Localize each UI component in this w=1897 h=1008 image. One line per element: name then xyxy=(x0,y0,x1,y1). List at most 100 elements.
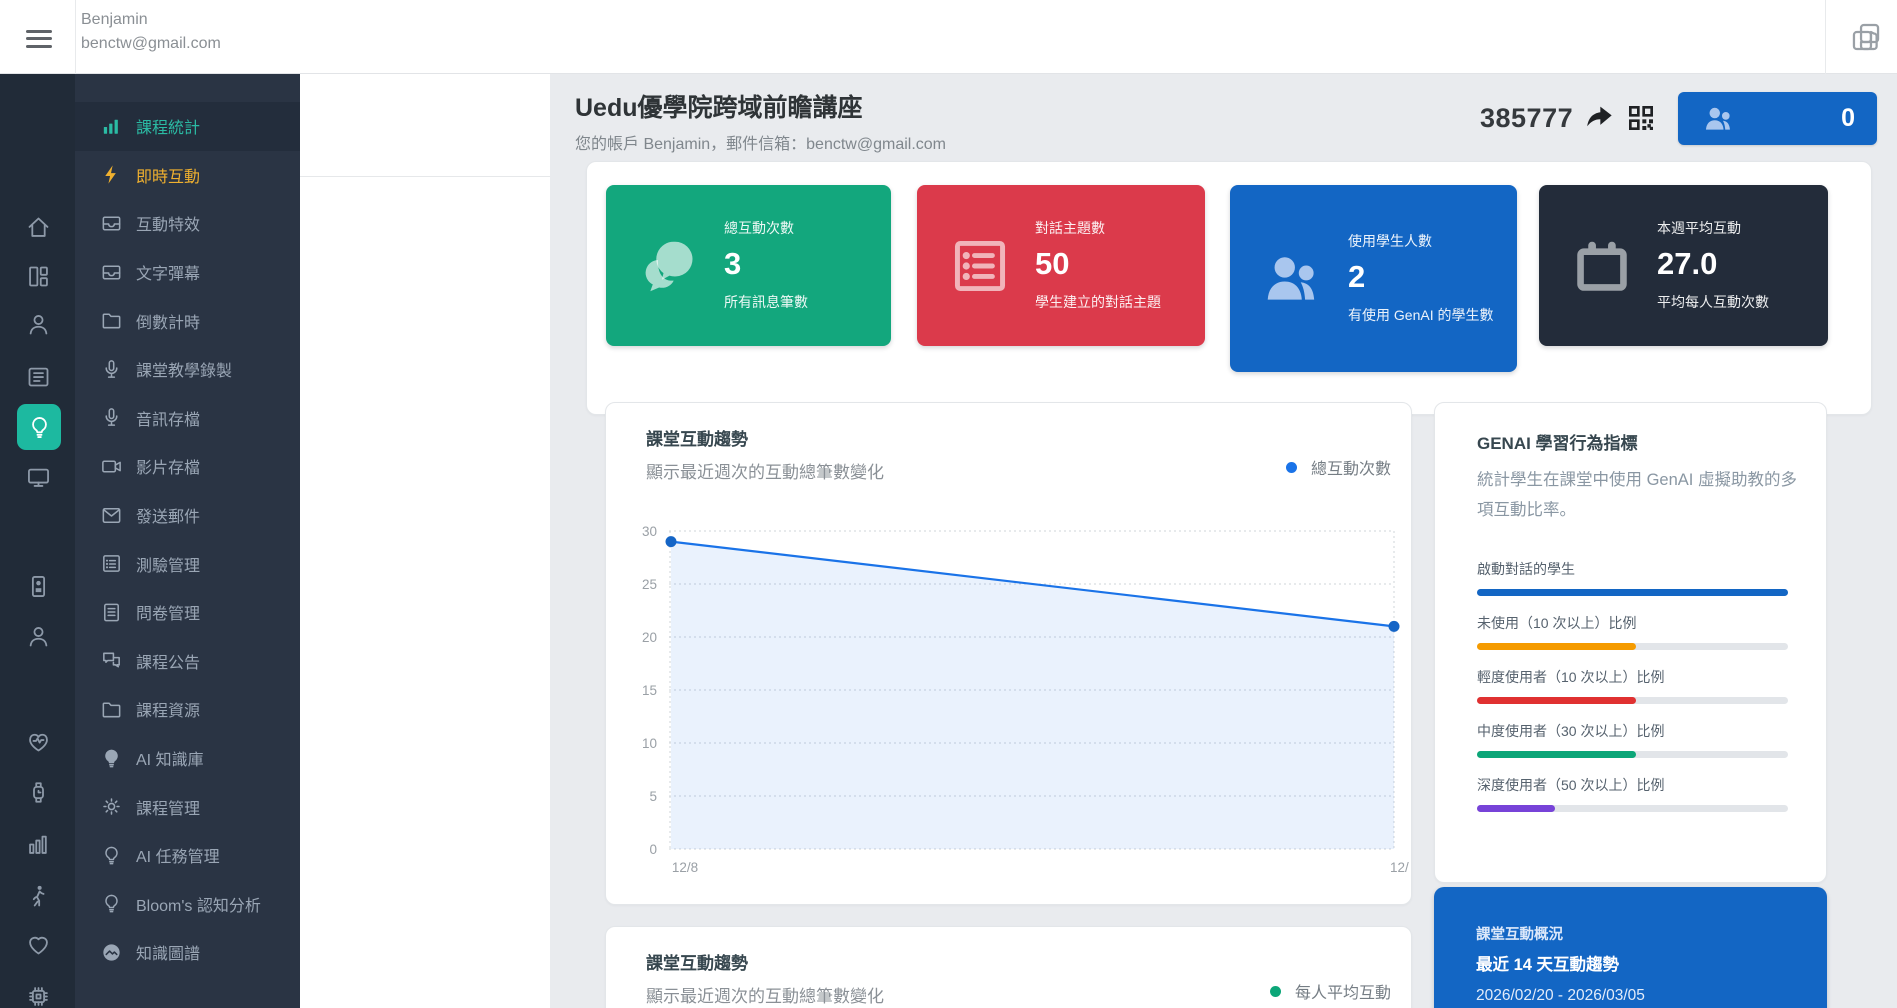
user-info: Benjamin benctw@gmail.com xyxy=(81,8,221,56)
sidebar-item[interactable]: AI 知識庫 xyxy=(75,734,300,783)
summary-subtitle: 最近 14 天互動趨勢 xyxy=(1476,951,1619,975)
metric-label: 啟動對話的學生 xyxy=(1477,551,1788,579)
progress-track xyxy=(1477,589,1788,596)
stat-value: 50 xyxy=(1035,246,1161,282)
folder-icon xyxy=(100,309,123,332)
bolt-icon xyxy=(100,163,123,186)
chart-bar-icon xyxy=(100,115,123,138)
sidebar-item-label: 課堂教學錄製 xyxy=(136,357,232,381)
topbar-divider xyxy=(75,0,76,74)
trend-chart-panel: 課堂互動趨勢 顯示最近週次的互動總筆數變化 總互動次數 051015202530… xyxy=(605,402,1412,905)
sidebar-item-label: 課程管理 xyxy=(136,795,200,819)
legend-dot xyxy=(1270,986,1281,997)
microphone-icon xyxy=(100,406,123,429)
sidebar-item-label: 課程資源 xyxy=(136,697,200,721)
bulb-filled-icon xyxy=(100,747,123,770)
rail-watch-button[interactable] xyxy=(17,771,59,813)
sidebar-item-label: AI 任務管理 xyxy=(136,843,220,867)
sidebar-item[interactable]: 課程資源 xyxy=(75,685,300,734)
svg-text:30: 30 xyxy=(642,524,657,539)
sidebar-item[interactable]: 問卷管理 xyxy=(75,588,300,637)
chart2-legend: 每人平均互動 xyxy=(1270,979,1391,1003)
user-email: benctw@gmail.com xyxy=(81,32,221,56)
sidebar-item[interactable]: 測驗管理 xyxy=(75,539,300,588)
rail-home-button[interactable] xyxy=(17,206,59,248)
sidebar-item[interactable]: AI 任務管理 xyxy=(75,831,300,880)
chip-icon xyxy=(25,983,52,1008)
gear-icon xyxy=(100,795,123,818)
sidebar-item-label: Bloom's 認知分析 xyxy=(136,892,261,916)
legend-dot xyxy=(1286,462,1297,473)
rail-layout-button[interactable] xyxy=(17,255,59,297)
genai-metric: 中度使用者（30 次以上）比例 xyxy=(1477,713,1788,767)
qr-code-icon[interactable] xyxy=(1625,102,1657,134)
rail-chip-button[interactable] xyxy=(17,975,59,1008)
progress-track xyxy=(1477,751,1788,758)
folder-icon xyxy=(100,698,123,721)
home-icon xyxy=(25,214,52,241)
sidebar-item[interactable]: 課程管理 xyxy=(75,782,300,831)
rail-user-button[interactable] xyxy=(17,303,59,345)
stat-label: 使用學生人數 xyxy=(1348,231,1493,251)
sidebar-item[interactable]: 課堂教學錄製 xyxy=(75,345,300,394)
sidebar-item[interactable]: 文字彈幕 xyxy=(75,248,300,297)
white-gap-column xyxy=(300,74,550,1008)
rail-chart-bar-o-button[interactable] xyxy=(17,823,59,865)
rail-news-button[interactable] xyxy=(17,355,59,397)
session-code: 385777 xyxy=(1480,103,1573,134)
stat-label: 本週平均互動 xyxy=(1657,218,1769,238)
sidebar-item[interactable]: 課程公告 xyxy=(75,637,300,686)
metric-label: 未使用（10 次以上）比例 xyxy=(1477,605,1788,633)
stat-label: 總互動次數 xyxy=(724,218,808,238)
session-cluster: 385777 xyxy=(1480,102,1657,134)
sidebar-item-label: 問卷管理 xyxy=(136,600,200,624)
sidebar-item[interactable]: 互動特效 xyxy=(75,199,300,248)
sidebar-item-label: 測驗管理 xyxy=(136,552,200,576)
progress-track xyxy=(1477,805,1788,812)
chat-duo-icon xyxy=(636,233,702,299)
rail-idcard-button[interactable] xyxy=(17,565,59,607)
sidebar-item-label: 課程統計 xyxy=(136,114,200,138)
rail-heart-pulse-button[interactable] xyxy=(17,720,59,762)
metric-label: 深度使用者（50 次以上）比例 xyxy=(1477,767,1788,795)
sidebar-item[interactable]: 即時互動 xyxy=(75,151,300,200)
sidebar-item-label: 互動特效 xyxy=(136,211,200,235)
sidebar-item[interactable]: 發送郵件 xyxy=(75,491,300,540)
calendar-icon xyxy=(1569,233,1635,299)
sidebar-item[interactable]: 音訊存檔 xyxy=(75,394,300,443)
heart-icon xyxy=(25,931,52,958)
genai-panel: GENAI 學習行為指標 統計學生在課堂中使用 GenAI 虛擬助教的多項互動比… xyxy=(1434,402,1827,883)
rail-monitor-button[interactable] xyxy=(17,456,59,498)
participants-button[interactable]: 0 xyxy=(1678,92,1877,145)
bulb-icon xyxy=(100,892,123,915)
windows-copy-icon[interactable] xyxy=(1849,20,1883,54)
share-icon[interactable] xyxy=(1583,102,1615,134)
chart-subtitle: 顯示最近週次的互動總筆數變化 xyxy=(646,458,884,483)
stat-value: 3 xyxy=(724,246,808,282)
sidebar-item[interactable]: Bloom's 認知分析 xyxy=(75,880,300,929)
svg-text:12/: 12/ xyxy=(1390,860,1409,875)
stat-sublabel: 平均每人互動次數 xyxy=(1657,292,1769,313)
icon-rail xyxy=(0,74,75,1008)
rail-bulb-button[interactable] xyxy=(17,404,61,450)
sidebar-item[interactable]: 影片存檔 xyxy=(75,442,300,491)
sidebar-item-label: 音訊存檔 xyxy=(136,406,200,430)
sidebar-item-label: 倒數計時 xyxy=(136,309,200,333)
bulb-icon xyxy=(26,414,53,441)
genai-metric: 輕度使用者（10 次以上）比例 xyxy=(1477,659,1788,713)
stat-card: 對話主題數 50 學生建立的對話主題 xyxy=(917,185,1205,346)
sidebar-item[interactable]: 倒數計時 xyxy=(75,296,300,345)
rail-walk-button[interactable] xyxy=(17,875,59,917)
sidebar-item-label: AI 知識庫 xyxy=(136,746,204,770)
progress-track xyxy=(1477,643,1788,650)
bulb-icon xyxy=(100,844,123,867)
rail-heart-button[interactable] xyxy=(17,923,59,965)
watch-icon xyxy=(25,779,52,806)
hamburger-menu-icon[interactable] xyxy=(26,25,52,49)
progress-fill xyxy=(1477,589,1788,596)
sidebar-item[interactable]: 課程統計 xyxy=(75,102,300,151)
page-subtitle: 您的帳戶 Benjamin，郵件信箱：benctw@gmail.com xyxy=(575,130,946,154)
rail-user-button[interactable] xyxy=(17,615,59,657)
sidebar-item[interactable]: 知識圖譜 xyxy=(75,928,300,977)
sidebar-item-label: 影片存檔 xyxy=(136,454,200,478)
